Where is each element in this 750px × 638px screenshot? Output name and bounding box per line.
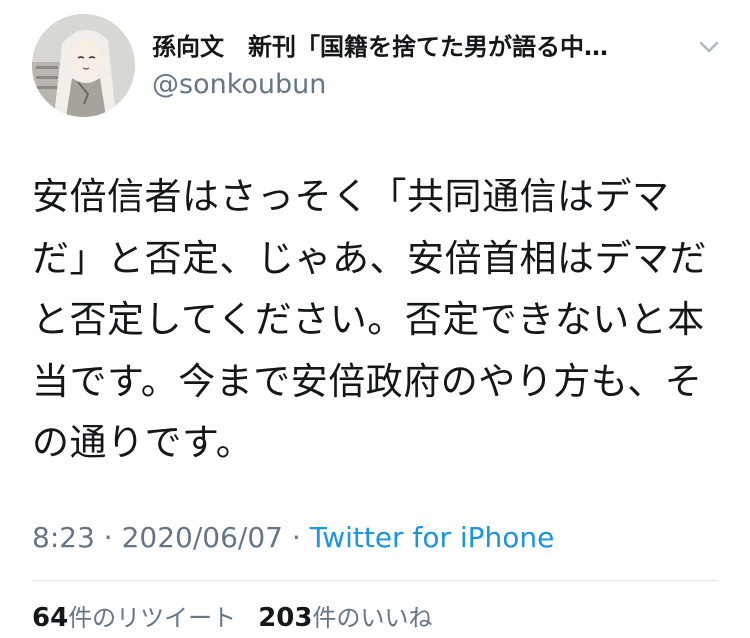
tweet-source-link[interactable]: Twitter for iPhone [310,521,555,554]
author-handle[interactable]: @sonkoubun [152,68,326,102]
tweet-header: 孫向文 新刊「国籍を捨てた男が語る中… @sonkoubun [0,0,750,130]
avatar[interactable] [32,14,135,117]
retweets-stat[interactable]: 64件のリツイート [32,603,237,633]
avatar-illustration-icon [32,14,135,117]
likes-stat[interactable]: 203件のいいね [258,603,433,633]
tweet-text: 安倍信者はさっそく「共同通信はデマだ」と否定、じゃあ、安倍首相はデマだと否定して… [32,175,707,464]
separator: · [291,521,301,554]
divider [32,580,718,581]
tweet-metadata: 8:23 · 2020/06/07 · Twitter for iPhone [32,518,554,558]
tweet-stats: 64件のリツイート 203件のいいね [32,598,432,638]
author-display-name[interactable]: 孫向文 新刊「国籍を捨てた男が語る中… [152,30,692,64]
like-label: 件のいいね [312,604,433,632]
chevron-down-icon[interactable] [692,30,726,64]
tweet-time: 8:23 [32,521,95,554]
tweet-date: 2020/06/07 [121,521,283,554]
separator: · [103,521,113,554]
retweet-label: 件のリツイート [68,604,237,632]
